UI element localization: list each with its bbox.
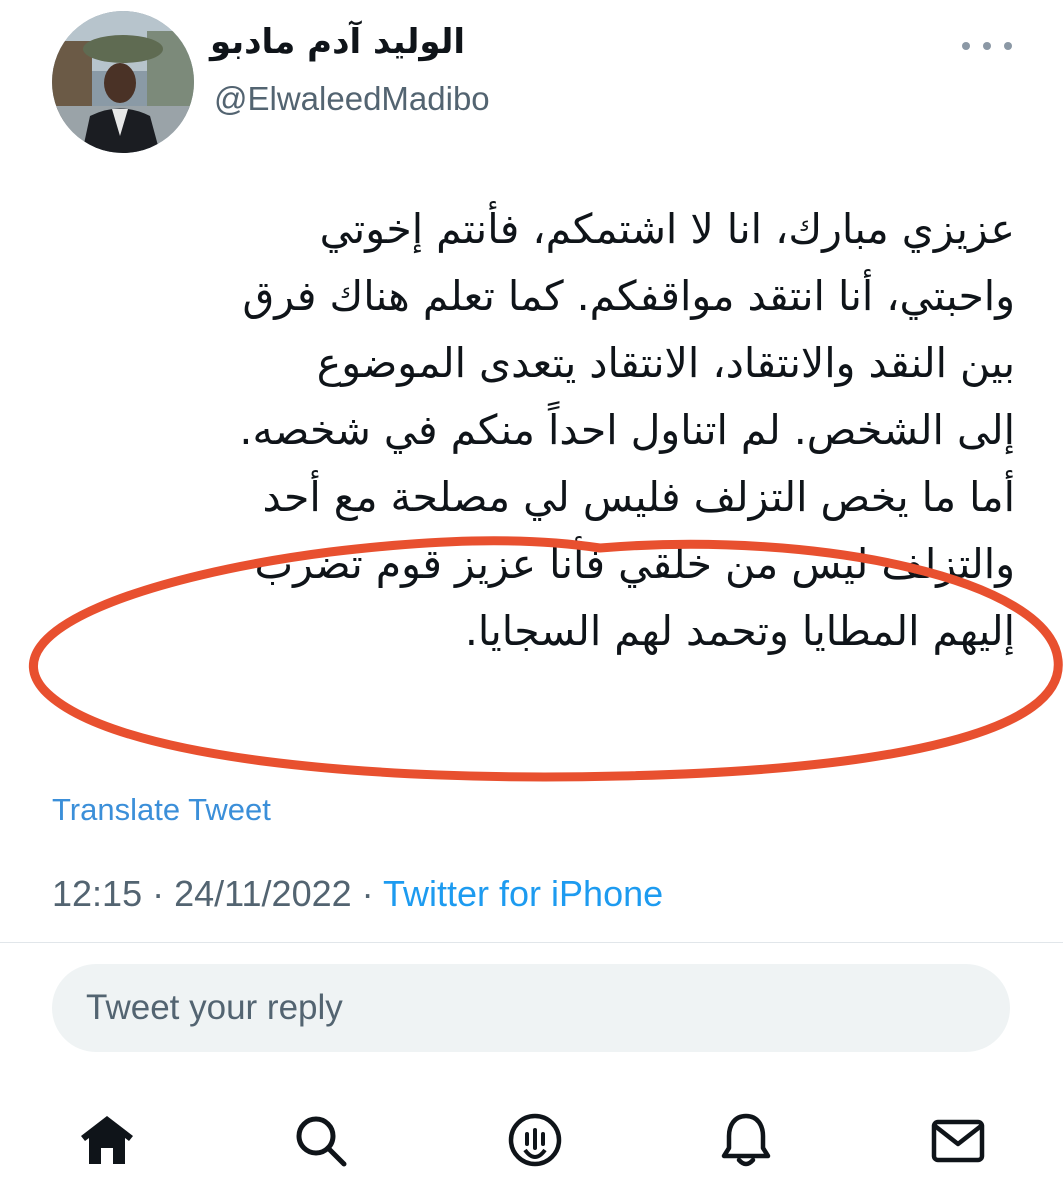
user-handle[interactable]: @ElwaleedMadibo: [214, 80, 490, 118]
tweet-source-link[interactable]: Twitter for iPhone: [383, 873, 663, 914]
home-icon: [81, 1116, 133, 1164]
tweet-line: بين النقد والانتقاد، الانتقاد يتعدى المو…: [316, 339, 1015, 387]
tweet-text: عزيزي مبارك، انا لا اشتمكم، فأنتم إخوتي …: [30, 196, 1015, 665]
more-options-icon[interactable]: [962, 36, 1012, 56]
tweet-line: أما ما يخص التزلف فليس لي مصلحة مع أحد: [262, 473, 1015, 521]
tab-search[interactable]: [290, 1110, 350, 1170]
more-dot: [983, 42, 991, 50]
tweet-line: إليهم المطايا وتحمد لهم السجايا.: [464, 607, 1015, 655]
tweet-metadata: 12:15 · 24/11/2022 · Twitter for iPhone: [52, 873, 663, 915]
meta-separator: ·: [361, 873, 374, 914]
divider: [0, 942, 1063, 943]
tab-notifications[interactable]: [716, 1110, 776, 1170]
tweet-line: إلى الشخص. لم اتناول احداً منكم في شخصه.: [239, 406, 1015, 454]
tab-home[interactable]: [77, 1110, 137, 1170]
reply-input[interactable]: [84, 987, 1010, 1029]
meta-separator: ·: [152, 873, 165, 914]
bottom-tab-bar: [0, 1100, 1063, 1180]
tab-spaces[interactable]: [505, 1110, 565, 1170]
tweet-line: والتزلف ليس من خلقي فأنا عزيز قوم تضرب: [254, 540, 1015, 588]
avatar-photo: [52, 11, 194, 153]
more-dot: [962, 42, 970, 50]
messages-icon: [931, 1119, 985, 1163]
translate-tweet-link[interactable]: Translate Tweet: [52, 792, 271, 828]
search-icon: [296, 1116, 347, 1167]
tweet-line: عزيزي مبارك، انا لا اشتمكم، فأنتم إخوتي: [319, 205, 1015, 253]
display-name[interactable]: الوليد آدم مادبو: [210, 22, 510, 62]
more-dot: [1004, 42, 1012, 50]
tab-messages[interactable]: [928, 1110, 988, 1170]
avatar[interactable]: [52, 11, 194, 153]
tweet-line: واحبتي، أنا انتقد مواقفكم. كما تعلم هناك…: [242, 272, 1015, 320]
reply-box[interactable]: [52, 964, 1010, 1052]
spaces-icon: [508, 1113, 562, 1167]
tweet-date: 24/11/2022: [174, 873, 352, 914]
tweet-time: 12:15: [52, 873, 143, 914]
notifications-icon: [721, 1113, 771, 1167]
